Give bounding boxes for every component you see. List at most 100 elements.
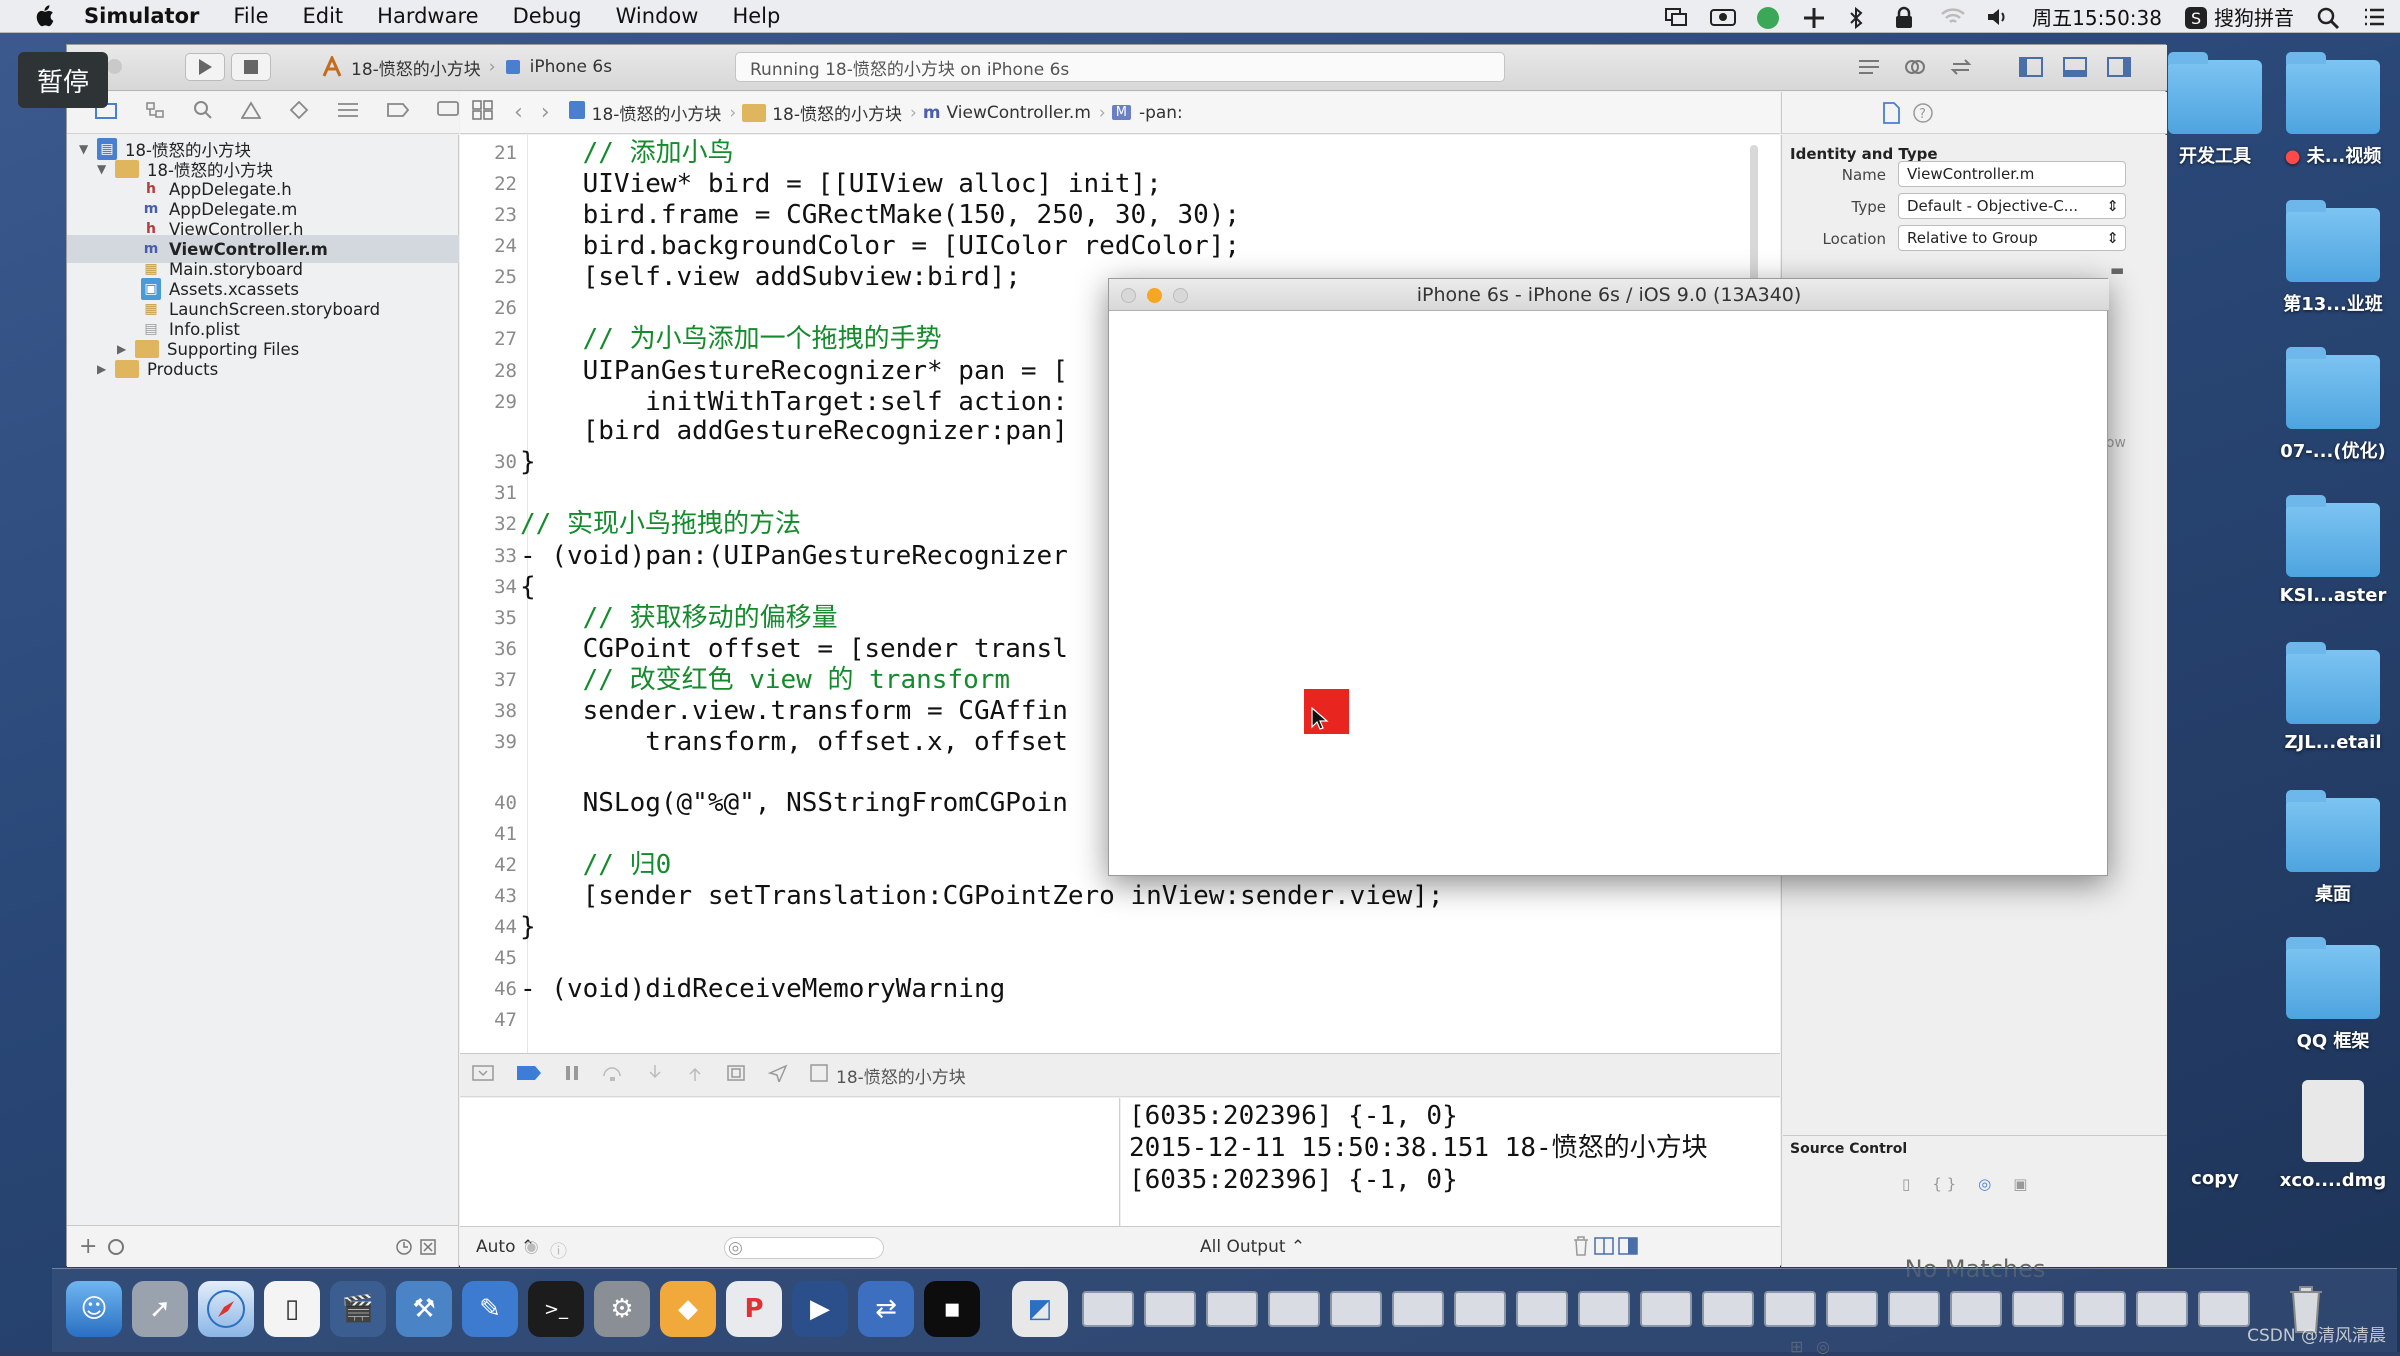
simulate-location-icon[interactable] xyxy=(767,1064,788,1087)
minimized-window-16[interactable] xyxy=(2012,1291,2064,1327)
desktop-folder-ksi[interactable]: KSI...aster xyxy=(2268,495,2398,606)
minimized-window-11[interactable] xyxy=(1702,1291,1754,1327)
p-app-icon[interactable]: P xyxy=(726,1281,782,1337)
remote-desktop-icon[interactable]: ⇄ xyxy=(858,1281,914,1337)
bluetooth-icon[interactable] xyxy=(1848,6,1872,29)
desktop-folder-qq[interactable]: QQ 框架 xyxy=(2268,937,2398,1053)
breadcrumb-method[interactable]: -pan: xyxy=(1139,103,1183,123)
desktop-folder-video[interactable]: ● 未...视频 xyxy=(2268,52,2398,168)
version-editor-icon[interactable] xyxy=(1941,53,1981,81)
assistant-editor-icon[interactable] xyxy=(1895,53,1935,81)
desktop-item-copy[interactable]: copy xyxy=(2150,1168,2280,1189)
lock-icon[interactable] xyxy=(1894,6,1918,28)
desktop-item-dmg[interactable]: xco....dmg xyxy=(2268,1080,2398,1191)
menu-app-name[interactable]: Simulator xyxy=(84,4,199,28)
sim-close-button[interactable] xyxy=(1121,288,1136,303)
sketch-icon[interactable]: ◆ xyxy=(660,1281,716,1337)
minimized-window-8[interactable] xyxy=(1516,1291,1568,1327)
breakpoint-navigator-icon[interactable] xyxy=(387,102,410,123)
report-navigator-icon[interactable] xyxy=(437,101,459,124)
file-template-library-icon[interactable]: ▯ xyxy=(1902,1175,1910,1193)
desktop-folder-zjl[interactable]: ZJL...etail xyxy=(2268,642,2398,753)
safari-icon[interactable] xyxy=(198,1281,254,1337)
mouse-app-icon[interactable]: ▯ xyxy=(264,1281,320,1337)
trash-icon[interactable] xyxy=(1572,1235,1590,1262)
disclosure-closed-icon[interactable]: ▶ xyxy=(97,362,109,376)
code-snippet-library-icon[interactable]: { } xyxy=(1932,1175,1956,1193)
hide-debug-area-icon[interactable] xyxy=(472,1064,494,1086)
forward-arrow-icon[interactable]: › xyxy=(541,100,550,125)
minimized-window-17[interactable] xyxy=(2074,1291,2126,1327)
disclosure-closed-icon[interactable]: ▶ xyxy=(117,342,129,356)
breakpoints-toggle-icon[interactable] xyxy=(516,1065,542,1086)
minimized-window-3[interactable] xyxy=(1206,1291,1258,1327)
run-button[interactable] xyxy=(185,53,225,81)
related-items-icon[interactable] xyxy=(472,100,494,125)
minimized-window-7[interactable] xyxy=(1454,1291,1506,1327)
step-over-icon[interactable] xyxy=(602,1064,624,1087)
menu-clock[interactable]: 周五15:50:38 xyxy=(2032,2,2162,31)
console-output[interactable]: [6035:202396] {-1, 0} 2015-12-11 15:50:38… xyxy=(1121,1098,1780,1226)
test-navigator-icon[interactable] xyxy=(289,100,309,125)
minimized-window-2[interactable] xyxy=(1144,1291,1196,1327)
minimize-window-button[interactable] xyxy=(107,59,122,74)
info-icon[interactable]: ⓘ xyxy=(550,1237,567,1262)
symbol-navigator-icon[interactable] xyxy=(145,101,165,124)
minimized-window-5[interactable] xyxy=(1330,1291,1382,1327)
split-left-icon[interactable] xyxy=(1594,1236,1614,1261)
disclosure-open-icon[interactable]: ▼ xyxy=(79,142,91,156)
minimized-window-18[interactable] xyxy=(2136,1291,2188,1327)
terminal-icon[interactable]: >_ xyxy=(528,1281,584,1337)
minimized-window-13[interactable] xyxy=(1826,1291,1878,1327)
system-preferences-icon[interactable]: ⚙ xyxy=(594,1281,650,1337)
menu-help[interactable]: Help xyxy=(732,4,780,28)
variables-view[interactable] xyxy=(460,1098,1120,1226)
back-arrow-icon[interactable]: ‹ xyxy=(514,100,523,125)
issue-navigator-icon[interactable] xyxy=(240,101,262,124)
nav-item-products[interactable]: ▶ Products xyxy=(97,355,459,383)
standard-editor-icon[interactable] xyxy=(1849,53,1889,81)
input-method-menu[interactable]: S 搜狗拼音 xyxy=(2184,2,2294,31)
menu-file[interactable]: File xyxy=(233,4,268,28)
camera-icon[interactable] xyxy=(1710,6,1737,28)
file-inspector-icon[interactable] xyxy=(1882,102,1900,128)
view-hierarchy-icon[interactable] xyxy=(726,1064,746,1087)
minimized-window-4[interactable] xyxy=(1268,1291,1320,1327)
minimized-window-14[interactable] xyxy=(1888,1291,1940,1327)
desktop-folder-dev-tools[interactable]: 开发工具 xyxy=(2150,52,2280,168)
recent-filter-icon[interactable] xyxy=(107,1238,125,1260)
wifi-icon[interactable] xyxy=(1940,6,1966,28)
minimized-window-6[interactable] xyxy=(1392,1291,1444,1327)
step-out-icon[interactable] xyxy=(686,1064,704,1087)
minimized-window-10[interactable] xyxy=(1640,1291,1692,1327)
volume-icon[interactable] xyxy=(1986,6,2010,28)
stop-button[interactable] xyxy=(231,53,271,81)
step-into-icon[interactable] xyxy=(646,1064,664,1087)
menu-hardware[interactable]: Hardware xyxy=(377,4,478,28)
menu-edit[interactable]: Edit xyxy=(303,4,344,28)
finder-icon[interactable]: ☺ xyxy=(66,1281,122,1337)
sim-zoom-button[interactable] xyxy=(1173,288,1188,303)
notification-center-icon[interactable] xyxy=(2362,6,2386,28)
object-library-icon[interactable]: ◎ xyxy=(1978,1175,1991,1193)
split-right-icon[interactable] xyxy=(1618,1236,1638,1261)
disclosure-open-icon[interactable]: ▼ xyxy=(97,162,109,176)
launchpad-icon[interactable]: ➚ xyxy=(132,1281,188,1337)
output-filter-select[interactable]: All Output ⌃ xyxy=(1200,1237,1305,1257)
media-library-icon[interactable]: ▣ xyxy=(2013,1175,2027,1193)
add-file-icon[interactable]: + xyxy=(79,1234,97,1259)
breadcrumb-project[interactable]: 18-愤怒的小方块 xyxy=(592,100,722,125)
breadcrumb-group[interactable]: 18-愤怒的小方块 xyxy=(772,100,902,125)
location-select[interactable]: Relative to Group ⇕ xyxy=(1898,225,2126,251)
clapper-app-icon[interactable]: 🎬 xyxy=(330,1281,386,1337)
type-select[interactable]: Default - Objective-C... ⇕ xyxy=(1898,193,2126,219)
toggle-navigator-icon[interactable] xyxy=(2013,53,2049,81)
toggle-utilities-icon[interactable] xyxy=(2101,53,2137,81)
find-navigator-icon[interactable] xyxy=(193,100,213,125)
minimized-window-9[interactable] xyxy=(1578,1291,1630,1327)
sim-minimize-button[interactable] xyxy=(1147,288,1162,303)
simulator-title-bar[interactable]: iPhone 6s - iPhone 6s / iOS 9.0 (13A340) xyxy=(1109,279,2109,311)
status-green-icon[interactable] xyxy=(1756,6,1780,29)
menu-window[interactable]: Window xyxy=(616,4,699,28)
choose-folder-icon[interactable]: ▬ xyxy=(2110,261,2124,279)
